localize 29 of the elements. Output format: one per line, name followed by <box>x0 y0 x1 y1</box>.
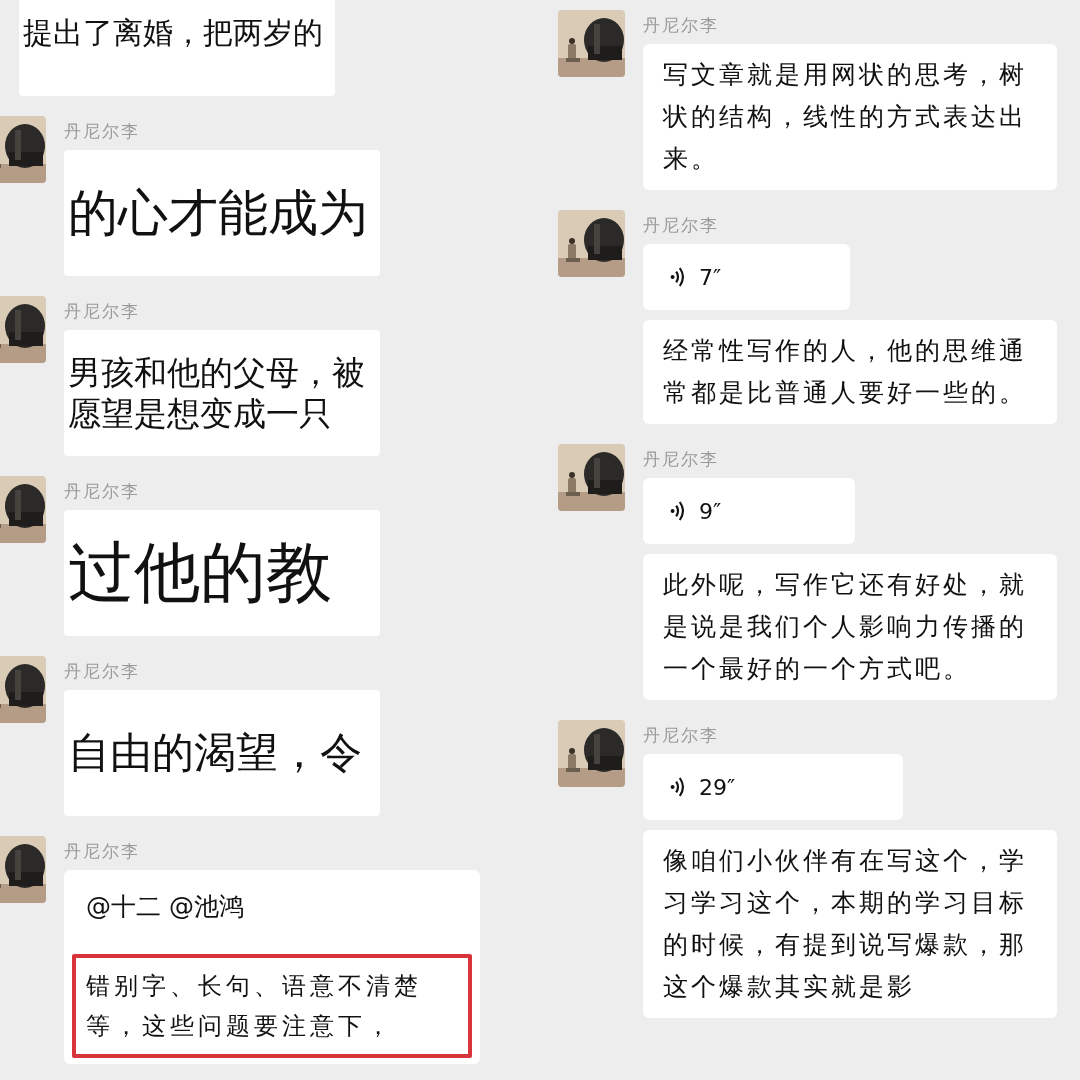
message-bubble: 写文章就是用网状的思考，树状的结构，线性的方式表达出来。 <box>643 44 1057 190</box>
sender-name: 丹尼尔李 <box>643 214 720 234</box>
image-message[interactable]: 自由的渴望，令 <box>64 690 380 816</box>
sender-name: 丹尼尔李 <box>643 724 720 744</box>
image-message[interactable]: 的心才能成为 <box>64 150 380 276</box>
sender-name: 丹尼尔李 <box>64 840 141 860</box>
image-text: 男孩和他的父母，被 <box>68 351 366 393</box>
sender-name: 丹尼尔李 <box>64 120 141 140</box>
message-bubble: 经常性写作的人，他的思维通常都是比普通人要好一些的。 <box>643 320 1057 424</box>
mention-text: @十二 @池鸿 <box>85 891 245 923</box>
image-message[interactable]: 过他的教 <box>64 510 380 636</box>
image-text: 自由的渴望，令 <box>68 726 363 779</box>
highlighted-text: 错别字、长句、语意不清楚等，这些问题要注意下， <box>72 953 472 1058</box>
sender-name: 丹尼尔李 <box>64 660 141 680</box>
message-bubble: 像咱们小伙伴有在写这个，学习学习这个，本期的学习目标的时候，有提到说写爆款，那这个爆款其实就是影 <box>643 830 1057 1018</box>
sender-name: 丹尼尔李 <box>64 300 141 320</box>
image-message[interactable]: 提出了离婚，把两岁的 <box>19 0 335 96</box>
voice-message[interactable]: 29″ <box>643 754 903 820</box>
sender-name: 丹尼尔李 <box>643 448 720 468</box>
image-text: 的心才能成为 <box>68 182 369 244</box>
image-message[interactable]: 男孩和他的父母，被 愿望是想变成一只 <box>64 330 380 456</box>
voice-message[interactable]: 9″ <box>643 478 855 544</box>
sender-name: 丹尼尔李 <box>643 14 720 34</box>
voice-message[interactable]: 7″ <box>643 244 850 310</box>
image-text: 愿望是想变成一只 <box>68 393 333 435</box>
image-text: 提出了离婚，把两岁的 <box>23 14 324 52</box>
image-text: 过他的教 <box>68 532 333 613</box>
sender-name: 丹尼尔李 <box>64 480 141 500</box>
message-bubble: 此外呢，写作它还有好处，就是说是我们个人影响力传播的一个最好的一个方式吧。 <box>643 554 1057 700</box>
